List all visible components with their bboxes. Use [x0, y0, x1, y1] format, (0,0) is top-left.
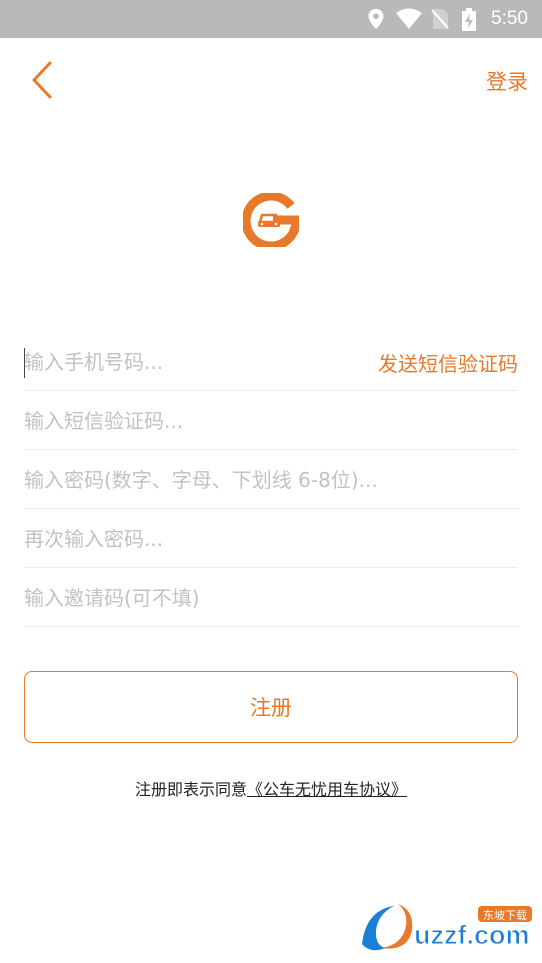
phone-input[interactable] — [24, 346, 344, 378]
status-time: 5:50 — [491, 8, 528, 29]
password-field-row — [24, 450, 518, 509]
sms-code-field-row — [24, 391, 518, 450]
phone-field-row: 发送短信验证码 — [24, 332, 518, 391]
location-icon — [368, 9, 384, 29]
uzzf-watermark-logo: uzzf.com 东坡下载 — [362, 904, 532, 951]
sms-code-input[interactable] — [24, 405, 514, 437]
register-button[interactable]: 注册 — [24, 671, 518, 743]
battery-charging-icon — [462, 8, 476, 31]
password-input[interactable] — [24, 464, 514, 496]
invite-code-field-row — [24, 568, 518, 627]
back-arrow-icon[interactable] — [26, 60, 66, 100]
invite-code-input[interactable] — [24, 582, 514, 614]
svg-text:东坡下载: 东坡下载 — [483, 909, 527, 922]
password-confirm-input[interactable] — [24, 523, 514, 555]
app-logo — [243, 193, 299, 247]
send-sms-code-button[interactable]: 发送短信验证码 — [378, 348, 518, 377]
no-sim-icon — [431, 9, 449, 29]
agreement-text: 注册即表示同意《公车无忧用车协议》 — [0, 776, 542, 800]
login-link[interactable]: 登录 — [486, 66, 528, 96]
agreement-prefix: 注册即表示同意 — [134, 780, 247, 799]
password-confirm-field-row — [24, 509, 518, 568]
agreement-link[interactable]: 《公车无忧用车协议》 — [247, 780, 407, 799]
status-bar: 5:50 — [0, 0, 542, 38]
wifi-icon — [396, 8, 422, 29]
svg-text:uzzf.com: uzzf.com — [414, 920, 530, 950]
